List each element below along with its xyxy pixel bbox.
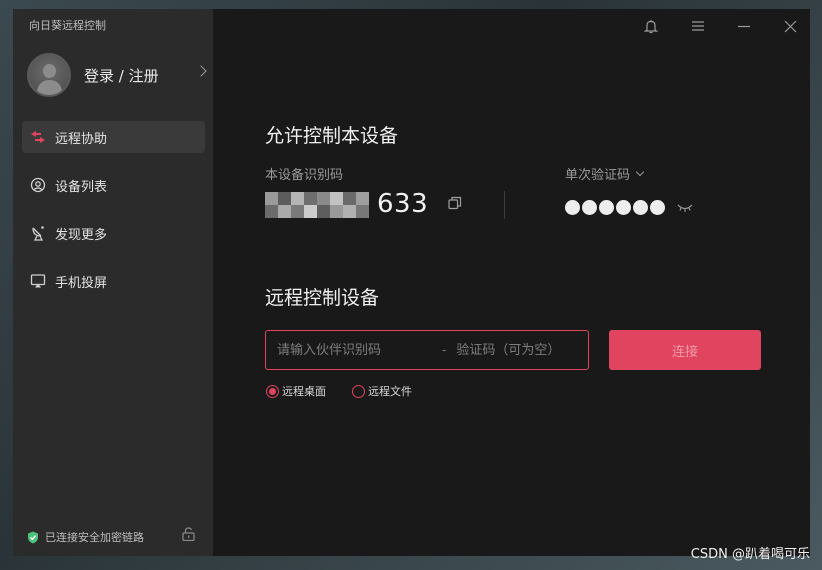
watermark-text: CSDN @趴着喝可乐 (690, 547, 810, 562)
login-register-entry[interactable]: 登录 / 注册 (27, 52, 207, 98)
device-id-label: 本设备识别码 (265, 168, 344, 183)
radio-checked-icon (266, 384, 279, 398)
bell-icon[interactable] (642, 17, 660, 35)
code-label: 单次验证码 (565, 168, 631, 183)
shield-check-icon (28, 531, 38, 543)
chevron-right-icon (195, 65, 207, 77)
masked-device-id (265, 190, 369, 218)
app-window: 向日葵远程控制 登录 / 注册 远程协助 设备列表 发现更多 手机投屏 已连接安… (13, 9, 810, 556)
sidebar-item-label: 发现更多 (55, 227, 108, 243)
discover-icon (30, 225, 46, 241)
sidebar-item-device-list[interactable]: 设备列表 (22, 169, 205, 201)
minimize-icon[interactable] (735, 17, 753, 35)
sidebar: 向日葵远程控制 登录 / 注册 远程协助 设备列表 发现更多 手机投屏 已连接安… (13, 9, 213, 556)
sidebar-item-label: 设备列表 (55, 179, 108, 195)
screen-cast-icon (30, 273, 46, 289)
main-panel: 允许控制本设备 本设备识别码 633 单次验证码 远程控制设备 请输入伙伴识别码… (213, 9, 810, 556)
radio-remote-file[interactable]: 远程文件 (352, 383, 412, 399)
eye-closed-icon[interactable] (677, 198, 693, 217)
device-list-icon (30, 177, 46, 193)
partner-id-input[interactable] (266, 331, 436, 369)
copy-icon[interactable] (448, 195, 462, 214)
remote-control-title: 远程控制设备 (265, 287, 380, 309)
input-separator: - (442, 343, 447, 357)
sidebar-item-label: 远程协助 (55, 131, 108, 147)
secure-status-label: 已连接安全加密链路 (45, 531, 144, 544)
lock-icon[interactable] (182, 526, 195, 545)
device-id-row: 633 (265, 189, 462, 219)
partner-input-group: - (265, 330, 589, 370)
masked-verification-code (565, 198, 693, 217)
avatar (27, 53, 71, 97)
sidebar-item-label: 手机投屏 (55, 275, 108, 291)
device-id-number: 633 (377, 189, 429, 219)
radio-remote-desktop[interactable]: 远程桌面 (266, 383, 326, 399)
code-type-selector[interactable]: 单次验证码 (565, 164, 645, 183)
allow-control-title: 允许控制本设备 (265, 125, 399, 147)
sidebar-item-remote-assist[interactable]: 远程协助 (22, 121, 205, 153)
verification-code-input[interactable] (452, 331, 583, 369)
radio-unchecked-icon (352, 384, 365, 398)
menu-icon[interactable] (689, 17, 707, 35)
close-icon[interactable] (781, 17, 799, 35)
secure-connection-status: 已连接安全加密链路 (27, 529, 144, 545)
radio-label: 远程文件 (368, 385, 412, 398)
sidebar-item-screen-cast[interactable]: 手机投屏 (22, 265, 205, 297)
connect-button[interactable]: 连接 (609, 330, 761, 370)
divider (504, 191, 505, 219)
login-register-label: 登录 / 注册 (84, 66, 159, 85)
sidebar-item-discover[interactable]: 发现更多 (22, 217, 205, 249)
radio-label: 远程桌面 (282, 385, 326, 398)
chevron-down-icon (635, 167, 645, 177)
remote-assist-icon (30, 129, 46, 145)
app-title: 向日葵远程控制 (29, 19, 106, 32)
